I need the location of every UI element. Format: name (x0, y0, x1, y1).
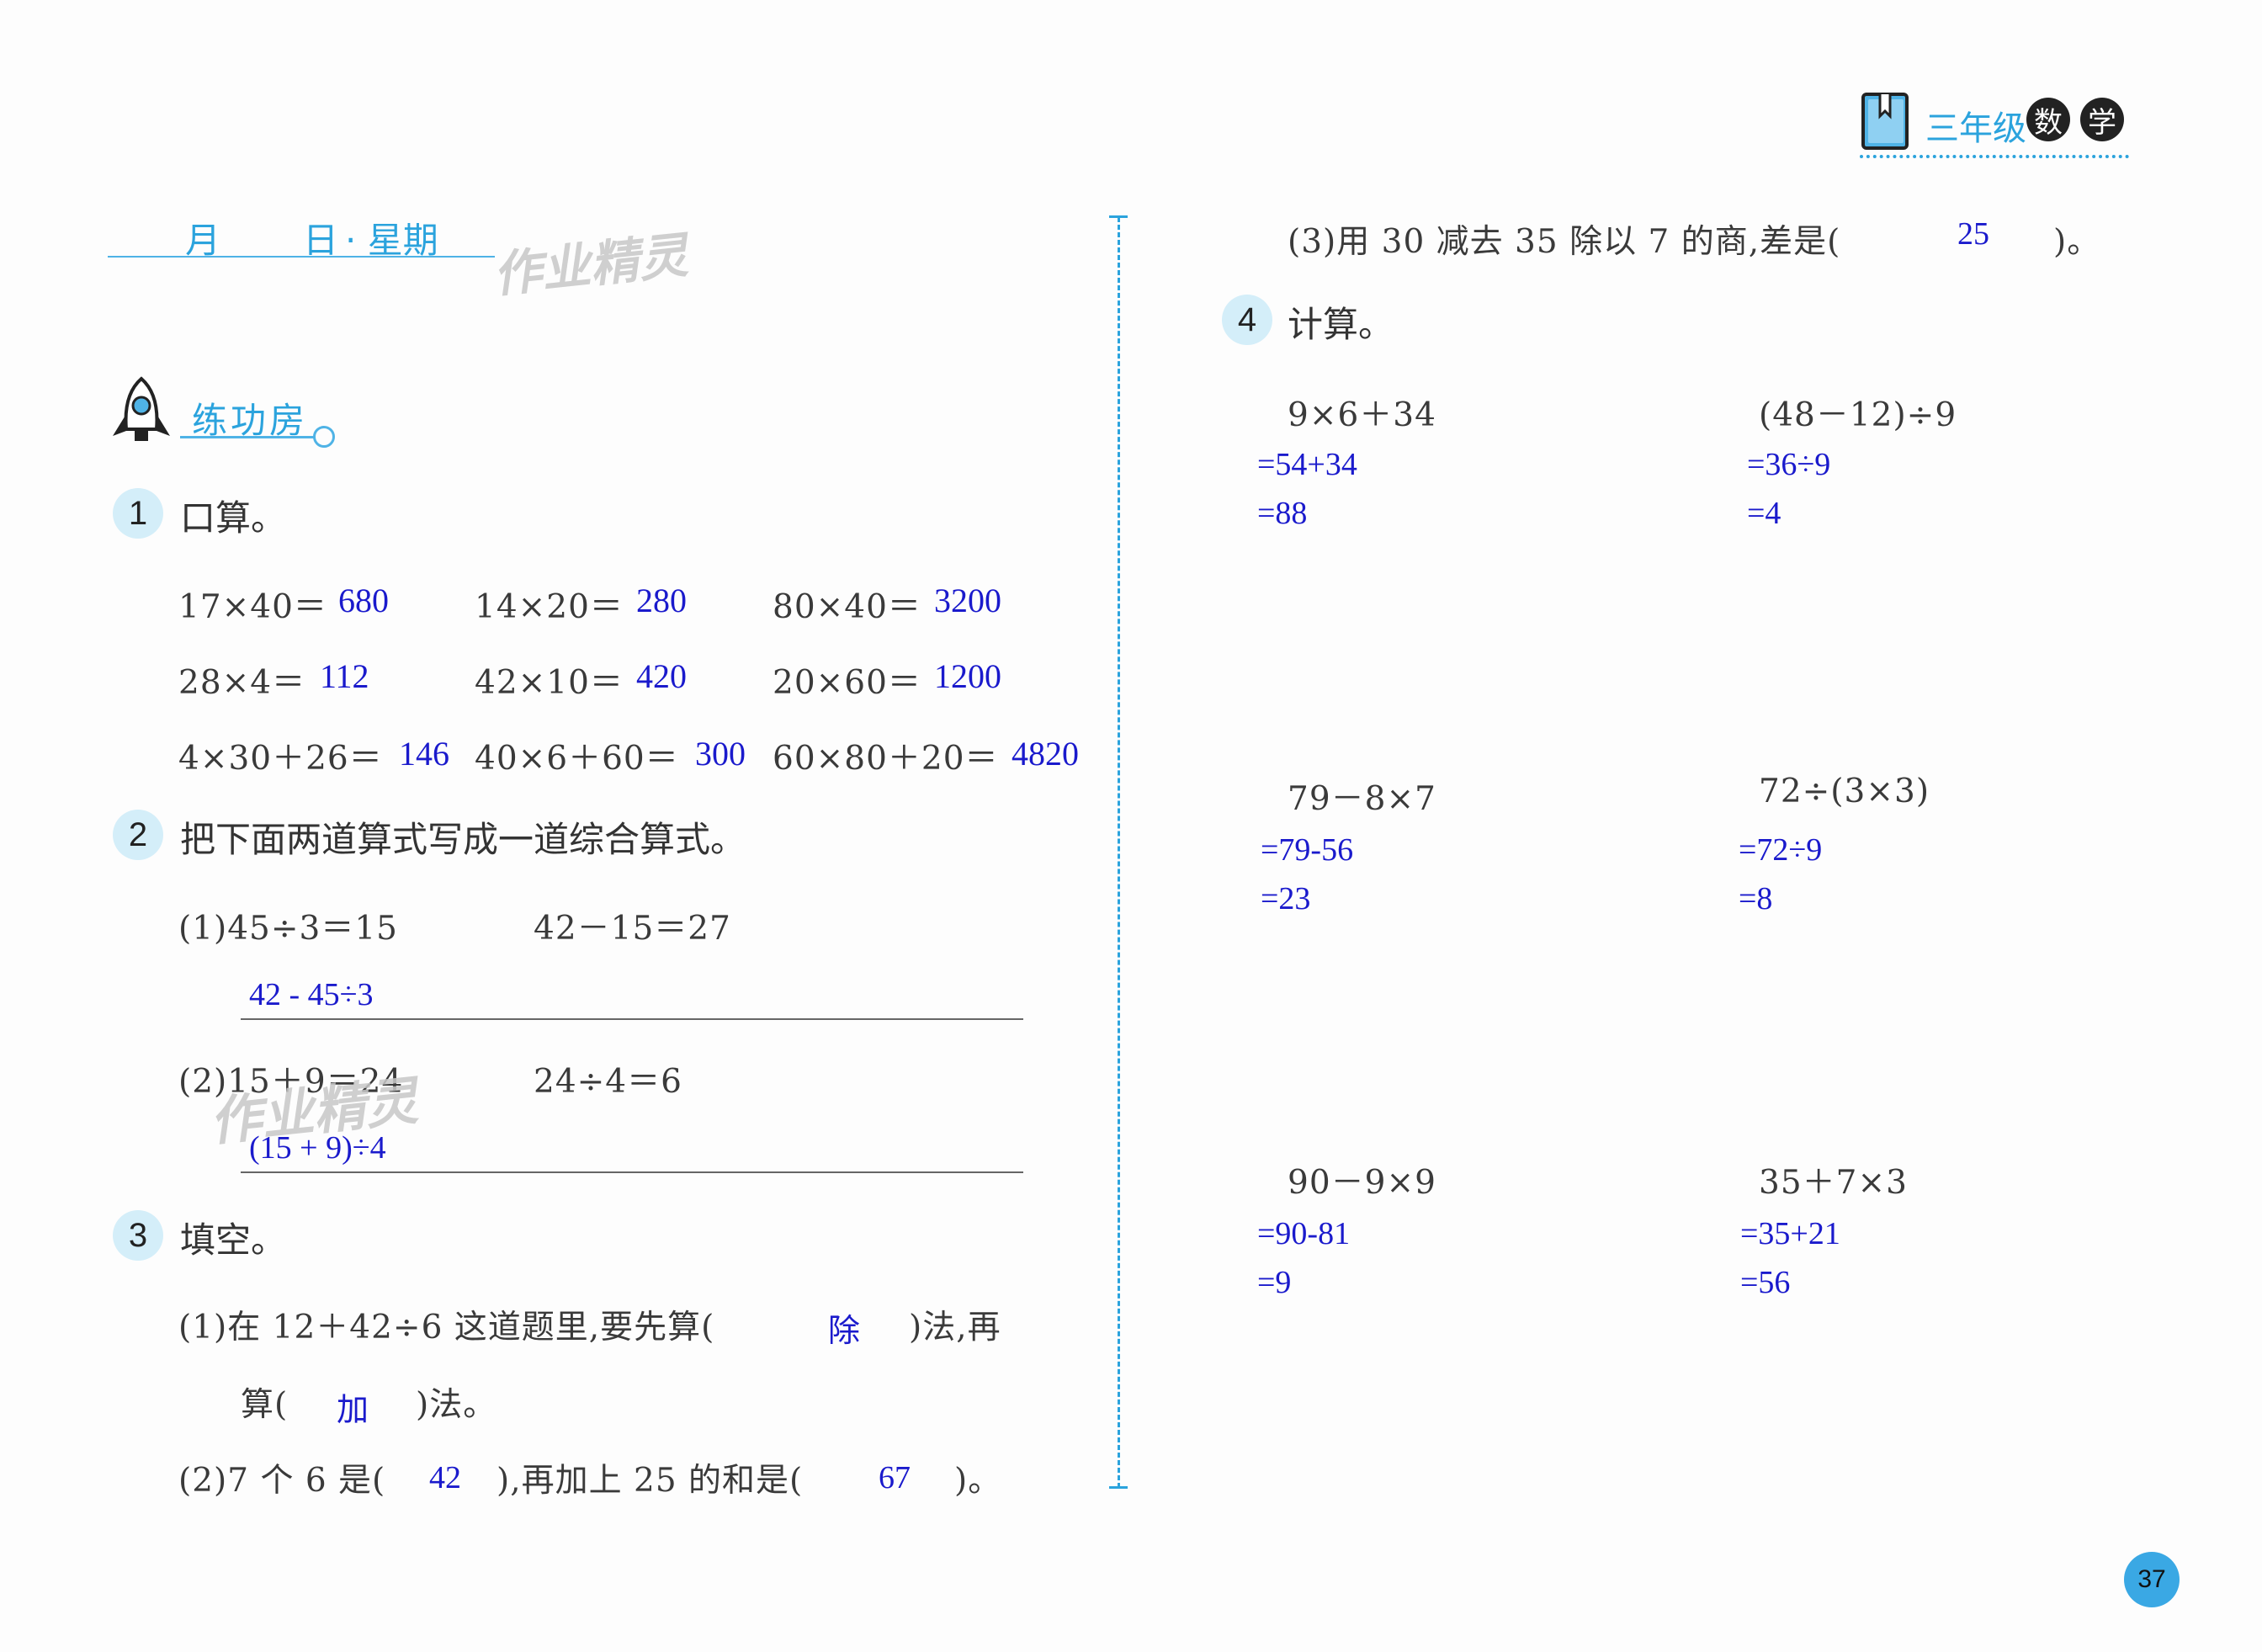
q3-l4-answer: 25 (1957, 216, 1989, 252)
q4-2-problem: (48－12)÷9 (1759, 396, 1957, 434)
q4-4-problem: 72÷(3×3) (1759, 773, 1930, 810)
q4-5-problem: 90－9×9 (1288, 1164, 1436, 1202)
q2-p2-answer: (15 + 9)÷4 (249, 1130, 386, 1166)
section-circle (313, 426, 335, 448)
q4-4-step1: =72÷9 (1739, 832, 1823, 868)
q2-p1-answer: 42 - 45÷3 (249, 977, 374, 1012)
page-number: 37 (2124, 1552, 2180, 1607)
q2-title: 把下面两道算式写成一道综合算式。 (180, 819, 746, 860)
q4-2-step2: =4 (1747, 496, 1781, 531)
q1-r1c3-problem: 80×40＝ (773, 588, 921, 626)
q3-l2-text-a: 算( (241, 1386, 289, 1424)
q4-6-step1: =35+21 (1740, 1216, 1840, 1251)
q3-l3-text-a: (2)7 个 6 是( (178, 1462, 386, 1500)
q1-r3c2-problem: 40×6＋60＝ (475, 740, 679, 778)
grade-label: 三年级 (1925, 109, 2026, 148)
subject-char-1: 数 (2026, 98, 2070, 141)
q4-1-problem: 9×6＋34 (1288, 396, 1436, 434)
header-dotted-line (1860, 155, 2129, 158)
q4-1-step1: =54+34 (1257, 447, 1357, 482)
q4-5-step2: =9 (1257, 1265, 1292, 1300)
q4-6-step2: =56 (1740, 1265, 1791, 1300)
q1-r2c3-answer: 1200 (934, 657, 1001, 695)
q3-l1-text-a: (1)在 12＋42÷6 这道题里,要先算( (178, 1309, 715, 1347)
q4-3-problem: 79－8×7 (1288, 780, 1436, 818)
date-week: · 星期 (345, 220, 438, 261)
watermark-top: 作业精灵 (490, 226, 691, 304)
subject-char-2: 学 (2080, 98, 2124, 141)
q1-r1c1-answer: 680 (338, 582, 389, 619)
q4-2-step1: =36÷9 (1747, 447, 1831, 482)
date-day: 日 (303, 220, 339, 261)
q3-title: 填空。 (180, 1219, 287, 1261)
q3-number: 3 (113, 1210, 163, 1261)
q4-3-step1: =79-56 (1261, 832, 1354, 868)
q3-l3-text-b: ),再加上 25 的和是( (496, 1462, 804, 1500)
q4-1-step2: =88 (1257, 496, 1308, 531)
q3-l3-answer2: 67 (879, 1460, 911, 1495)
q1-r1c1-problem: 17×40＝ (178, 588, 327, 626)
q2-p2-eq2: 24÷4＝6 (534, 1063, 682, 1101)
q2-p1-eq1: (1)45÷3＝15 (178, 910, 398, 948)
q2-number: 2 (113, 810, 163, 860)
q1-r3c3-problem: 60×80＋20＝ (773, 740, 999, 778)
q1-r2c2-problem: 42×10＝ (475, 664, 624, 702)
q1-r1c2-answer: 280 (636, 582, 687, 619)
q1-r2c3-problem: 20×60＝ (773, 664, 921, 702)
q3-l1-text-b: )法,再 (909, 1309, 1001, 1347)
q2-p1-answer-line (241, 1018, 1023, 1020)
q1-r3c3-answer: 4820 (1012, 735, 1079, 773)
q3-l4-text-b: )。 (2053, 223, 2101, 261)
q1-r1c3-answer: 3200 (934, 582, 1001, 619)
q2-p1-eq2: 42－15＝27 (534, 910, 731, 948)
divider-top-cap (1109, 215, 1128, 218)
q4-3-step2: =23 (1261, 881, 1311, 916)
rocket-icon (113, 376, 170, 441)
divider-bottom-cap (1109, 1486, 1128, 1489)
q1-number: 1 (113, 488, 163, 539)
q1-r2c2-answer: 420 (636, 657, 687, 695)
center-divider (1118, 217, 1120, 1488)
q2-p2-answer-line (241, 1171, 1023, 1173)
q4-5-step1: =90-81 (1257, 1216, 1351, 1251)
q1-r2c1-answer: 112 (320, 657, 369, 695)
q1-r2c1-problem: 28×4＝ (178, 664, 306, 702)
q3-l3-text-c: )。 (954, 1462, 1002, 1500)
q3-l3-answer1: 42 (429, 1460, 461, 1495)
q4-title: 计算。 (1288, 304, 1394, 345)
q1-r3c2-answer: 300 (695, 735, 746, 773)
q3-l2-text-b: )法。 (416, 1386, 497, 1424)
q1-title: 口算。 (180, 497, 287, 539)
section-underline (180, 436, 315, 438)
q1-r3c1-problem: 4×30＋26＝ (178, 740, 383, 778)
q3-l1-answer: 除 (828, 1312, 861, 1349)
q1-r1c2-problem: 14×20＝ (475, 588, 624, 626)
q4-4-step2: =8 (1739, 881, 1773, 916)
date-month: 月 (185, 220, 221, 261)
q4-number: 4 (1222, 295, 1272, 345)
q3-l2-answer: 加 (337, 1391, 369, 1428)
q4-6-problem: 35＋7×3 (1759, 1164, 1908, 1202)
q1-r3c1-answer: 146 (399, 735, 449, 773)
q3-l4-text-a: (3)用 30 减去 35 除以 7 的商,差是( (1288, 223, 1841, 261)
book-icon (1861, 93, 1909, 150)
